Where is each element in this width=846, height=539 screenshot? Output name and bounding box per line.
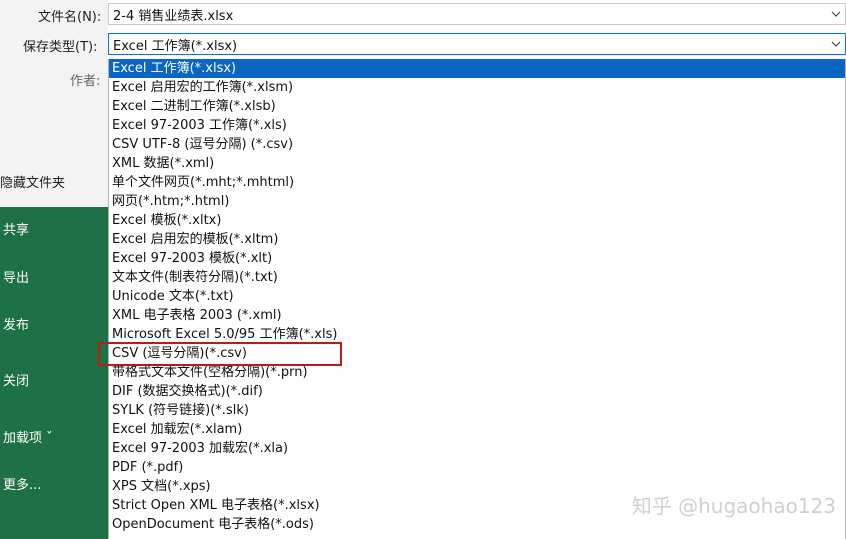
dropdown-option[interactable]: Excel 97-2003 模板(*.xlt) [109, 249, 845, 268]
watermark-text: 知乎 @hugaohao123 [631, 494, 836, 518]
author-label: 作者: [70, 74, 101, 89]
dropdown-option[interactable]: Excel 启用宏的工作簿(*.xlsm) [109, 78, 845, 97]
savetype-dropdown-list[interactable]: Excel 工作簿(*.xlsx) Excel 启用宏的工作簿(*.xlsm) … [108, 59, 846, 539]
sidebar-item-export[interactable]: 导出 [3, 267, 29, 286]
dropdown-option[interactable]: Excel 启用宏的模板(*.xltm) [109, 230, 845, 249]
savetype-label: 保存类型(T): [23, 40, 98, 55]
dropdown-option[interactable]: 单个文件网页(*.mht;*.mhtml) [109, 173, 845, 192]
dropdown-option[interactable]: SYLK (符号链接)(*.slk) [109, 401, 845, 420]
hide-folders-label[interactable]: 隐藏文件夹 [0, 172, 65, 191]
dropdown-option[interactable]: Excel 97-2003 工作簿(*.xls) [109, 116, 845, 135]
dropdown-option[interactable]: Microsoft Excel 5.0/95 工作簿(*.xls) [109, 325, 845, 344]
sidebar-item-close[interactable]: 关闭 [3, 370, 29, 389]
dropdown-option[interactable]: 网页(*.htm;*.html) [109, 192, 845, 211]
dropdown-option[interactable]: Excel 模板(*.xltx) [109, 211, 845, 230]
dropdown-option[interactable]: CSV UTF-8 (逗号分隔) (*.csv) [109, 135, 845, 154]
chevron-down-icon[interactable] [831, 9, 841, 19]
dropdown-option[interactable]: Excel 97-2003 加载宏(*.xla) [109, 439, 845, 458]
sidebar-item-publish[interactable]: 发布 [3, 314, 29, 333]
filename-input[interactable]: 2-4 销售业绩表.xlsx [108, 3, 846, 25]
savetype-value: Excel 工作簿(*.xlsx) [113, 38, 238, 54]
dropdown-option[interactable]: PDF (*.pdf) [109, 458, 845, 477]
sidebar-item-more[interactable]: 更多... [3, 474, 41, 493]
dropdown-option[interactable]: Excel 二进制工作簿(*.xlsb) [109, 97, 845, 116]
filename-label: 文件名(N): [38, 10, 102, 25]
filename-value: 2-4 销售业绩表.xlsx [113, 8, 234, 24]
dropdown-option[interactable]: XML 数据(*.xml) [109, 154, 845, 173]
dropdown-option[interactable]: XML 电子表格 2003 (*.xml) [109, 306, 845, 325]
dropdown-option[interactable]: Excel 工作簿(*.xlsx) [109, 59, 845, 78]
dropdown-option[interactable]: Unicode 文本(*.txt) [109, 287, 845, 306]
savetype-select[interactable]: Excel 工作簿(*.xlsx) [108, 33, 846, 55]
dropdown-option-csv[interactable]: CSV (逗号分隔)(*.csv) [109, 344, 845, 363]
dropdown-option[interactable]: 文本文件(制表符分隔)(*.txt) [109, 268, 845, 287]
chevron-down-icon[interactable] [831, 39, 841, 49]
sidebar-item-addins[interactable]: 加载项 ˇ [3, 427, 53, 446]
dropdown-option[interactable]: DIF (数据交换格式)(*.dif) [109, 382, 845, 401]
save-as-dialog: 隐藏文件夹 共享 导出 发布 关闭 加载项 ˇ 更多... 文件名(N): 保存… [0, 0, 846, 539]
dropdown-option[interactable]: 带格式文本文件(空格分隔)(*.prn) [109, 363, 845, 382]
sidebar-item-share[interactable]: 共享 [3, 219, 29, 238]
dropdown-option[interactable]: Excel 加载宏(*.xlam) [109, 420, 845, 439]
